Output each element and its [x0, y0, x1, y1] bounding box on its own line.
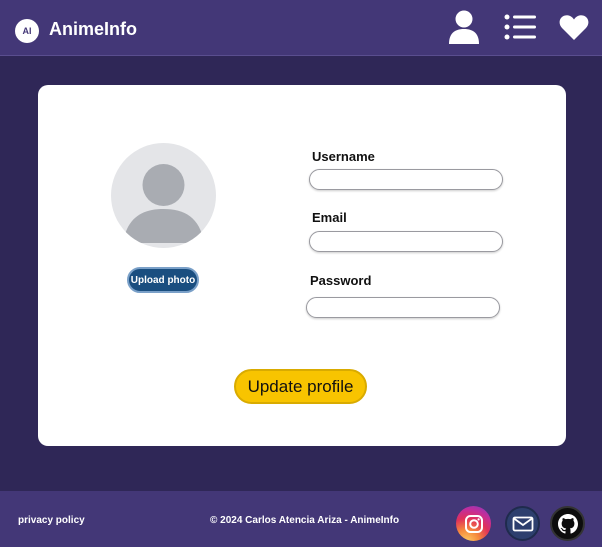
password-label: Password — [310, 273, 372, 288]
avatar-placeholder — [111, 143, 216, 248]
username-input[interactable] — [309, 169, 503, 190]
instagram-icon[interactable] — [456, 506, 491, 541]
header: AI AnimeInfo — [0, 0, 602, 56]
user-icon[interactable] — [448, 10, 480, 44]
privacy-policy-link[interactable]: privacy policy — [18, 515, 85, 526]
password-input[interactable] — [306, 297, 500, 318]
mail-icon[interactable] — [505, 506, 540, 541]
github-icon[interactable] — [550, 506, 585, 541]
heart-icon[interactable] — [559, 14, 589, 41]
update-profile-button[interactable]: Update profile — [234, 369, 367, 404]
profile-card: Upload photo Username Email Password Upd… — [38, 85, 566, 446]
logo[interactable]: AI — [15, 19, 39, 43]
username-label: Username — [312, 149, 375, 164]
brand-name[interactable]: AnimeInfo — [49, 19, 137, 40]
footer: privacy policy © 2024 Carlos Atencia Ari… — [0, 491, 602, 547]
person-icon — [123, 164, 204, 243]
list-icon[interactable] — [504, 14, 537, 40]
upload-photo-button[interactable]: Upload photo — [127, 267, 199, 293]
email-input[interactable] — [309, 231, 503, 252]
copyright-text: © 2024 Carlos Atencia Ariza - AnimeInfo — [210, 515, 400, 526]
email-label: Email — [312, 210, 347, 225]
